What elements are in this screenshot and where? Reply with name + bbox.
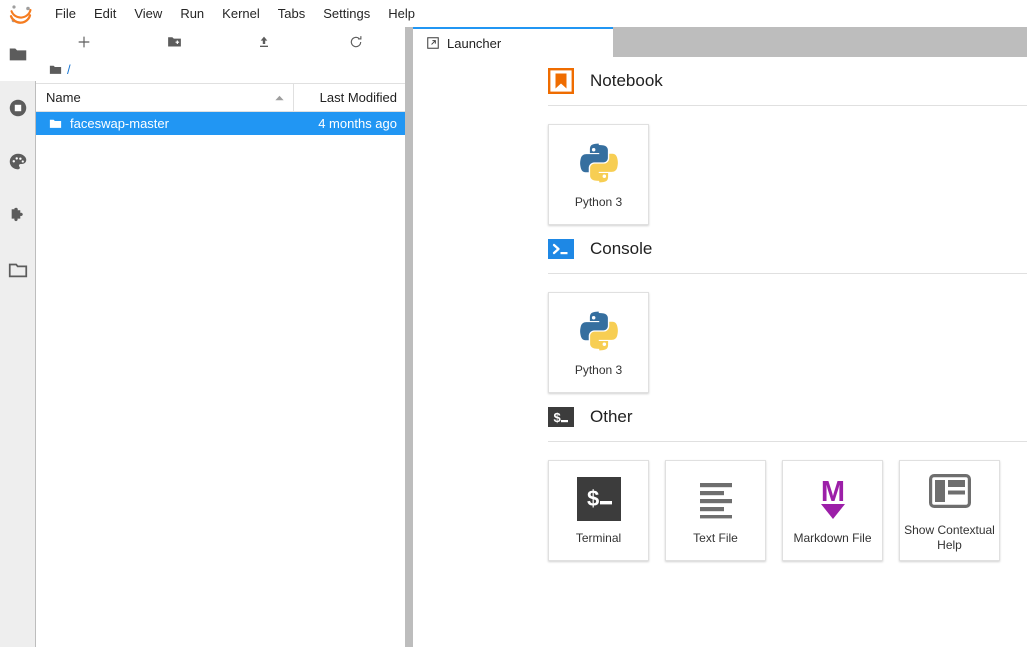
menu-item-kernel[interactable]: Kernel [213, 2, 269, 25]
tab-launcher-label: Launcher [447, 36, 501, 51]
activity-bar [0, 27, 36, 647]
svg-text:$: $ [554, 410, 562, 425]
column-header-name[interactable]: Name [36, 84, 293, 111]
running-terminals-icon [7, 97, 29, 119]
menu-item-settings[interactable]: Settings [314, 2, 379, 25]
svg-text:$: $ [587, 486, 599, 511]
python-logo [576, 140, 622, 186]
column-header-name-label: Name [46, 90, 81, 105]
launcher-card-terminal[interactable]: $ Terminal [548, 460, 649, 561]
terminal-icon: $ [548, 404, 574, 430]
file-row-name: faceswap-master [36, 116, 285, 131]
sort-ascending-icon [274, 90, 285, 105]
palette-icon [7, 151, 29, 173]
file-list-header: Name Last Modified [36, 83, 405, 112]
card-row-notebook: Python 3 [413, 106, 1027, 225]
section-header-console: Console [413, 225, 1027, 273]
launcher-card-show-contextual-help[interactable]: Show Contextual Help [899, 460, 1000, 561]
launcher-section-other: $ Other $ [413, 393, 1027, 561]
menu-item-file[interactable]: File [46, 2, 85, 25]
contextual-help-icon [929, 468, 971, 514]
file-row-modified: 4 months ago [285, 116, 405, 131]
menu-item-help[interactable]: Help [379, 2, 424, 25]
file-browser-toolbar [36, 27, 405, 56]
table-row[interactable]: faceswap-master 4 months ago [36, 112, 405, 135]
launcher-card-notebook-python3[interactable]: Python 3 [548, 124, 649, 225]
breadcrumb[interactable]: / [36, 56, 405, 83]
breadcrumb-root[interactable]: / [67, 62, 71, 77]
file-browser-panel: / Name Last Modified faceswap-master 4 m… [36, 27, 405, 647]
sidebar-item-command-palette[interactable] [0, 135, 36, 189]
upload-icon [256, 34, 272, 50]
new-launcher-button[interactable] [70, 30, 98, 54]
section-title-console: Console [590, 239, 652, 259]
menu-item-tabs[interactable]: Tabs [269, 2, 314, 25]
launcher-card-label: Python 3 [571, 195, 626, 210]
sidebar-item-extension-manager[interactable] [0, 189, 36, 243]
launcher-section-console: Console Python 3 [413, 225, 1027, 393]
tab-bar: Launcher [413, 27, 1027, 57]
main-dock-area: Launcher Notebook [413, 27, 1027, 647]
extension-manager-icon [7, 205, 29, 227]
python-logo [576, 308, 622, 354]
section-title-notebook: Notebook [590, 71, 663, 91]
panel-splitter[interactable] [405, 27, 413, 647]
jupyter-logo-icon [6, 2, 36, 26]
tab-launcher[interactable]: Launcher [413, 27, 613, 57]
folder-icon [48, 62, 63, 77]
notebook-icon [548, 68, 574, 94]
menu-item-edit[interactable]: Edit [85, 2, 125, 25]
menu-bar: File Edit View Run Kernel Tabs Settings … [0, 0, 1027, 28]
menu-item-run[interactable]: Run [171, 2, 213, 25]
menu-item-view[interactable]: View [125, 2, 171, 25]
markdown-icon: M [813, 476, 853, 522]
sidebar-item-file-browser[interactable] [0, 27, 36, 81]
column-header-last-modified[interactable]: Last Modified [293, 84, 405, 111]
svg-text:M: M [820, 477, 844, 508]
section-title-other: Other [590, 407, 633, 427]
jupyterlab-window: File Edit View Run Kernel Tabs Settings … [0, 0, 1027, 647]
section-header-notebook: Notebook [413, 57, 1027, 105]
new-folder-icon [166, 33, 183, 50]
launcher-panel: Notebook Python 3 [413, 57, 1027, 647]
launcher-card-markdown-file[interactable]: M Markdown File [782, 460, 883, 561]
launcher-card-label: Show Contextual Help [900, 523, 999, 553]
refresh-button[interactable] [342, 30, 370, 54]
folder-icon [7, 43, 29, 65]
launcher-section-notebook: Notebook Python 3 [413, 57, 1027, 225]
open-tabs-icon [7, 259, 29, 281]
console-icon [548, 236, 574, 262]
sidebar-item-open-tabs[interactable] [0, 243, 36, 297]
plus-icon [76, 34, 92, 50]
new-folder-button[interactable] [160, 30, 188, 54]
launcher-card-label: Text File [689, 531, 742, 546]
launcher-icon [426, 36, 440, 50]
menu-items: File Edit View Run Kernel Tabs Settings … [46, 2, 424, 25]
column-header-last-modified-label: Last Modified [320, 90, 397, 105]
card-row-other: $ Terminal [413, 442, 1027, 561]
refresh-icon [348, 34, 364, 50]
launcher-card-text-file[interactable]: Text File [665, 460, 766, 561]
terminal-icon: $ [577, 476, 621, 522]
file-row-name-label: faceswap-master [70, 116, 169, 131]
launcher-card-console-python3[interactable]: Python 3 [548, 292, 649, 393]
launcher-card-label: Markdown File [789, 531, 875, 546]
sidebar-item-running-terminals[interactable] [0, 81, 36, 135]
section-header-other: $ Other [413, 393, 1027, 441]
launcher-card-label: Terminal [572, 531, 625, 546]
text-file-icon [695, 476, 737, 522]
upload-button[interactable] [250, 30, 278, 54]
card-row-console: Python 3 [413, 274, 1027, 393]
launcher-card-label: Python 3 [571, 363, 626, 378]
folder-icon [48, 116, 63, 131]
